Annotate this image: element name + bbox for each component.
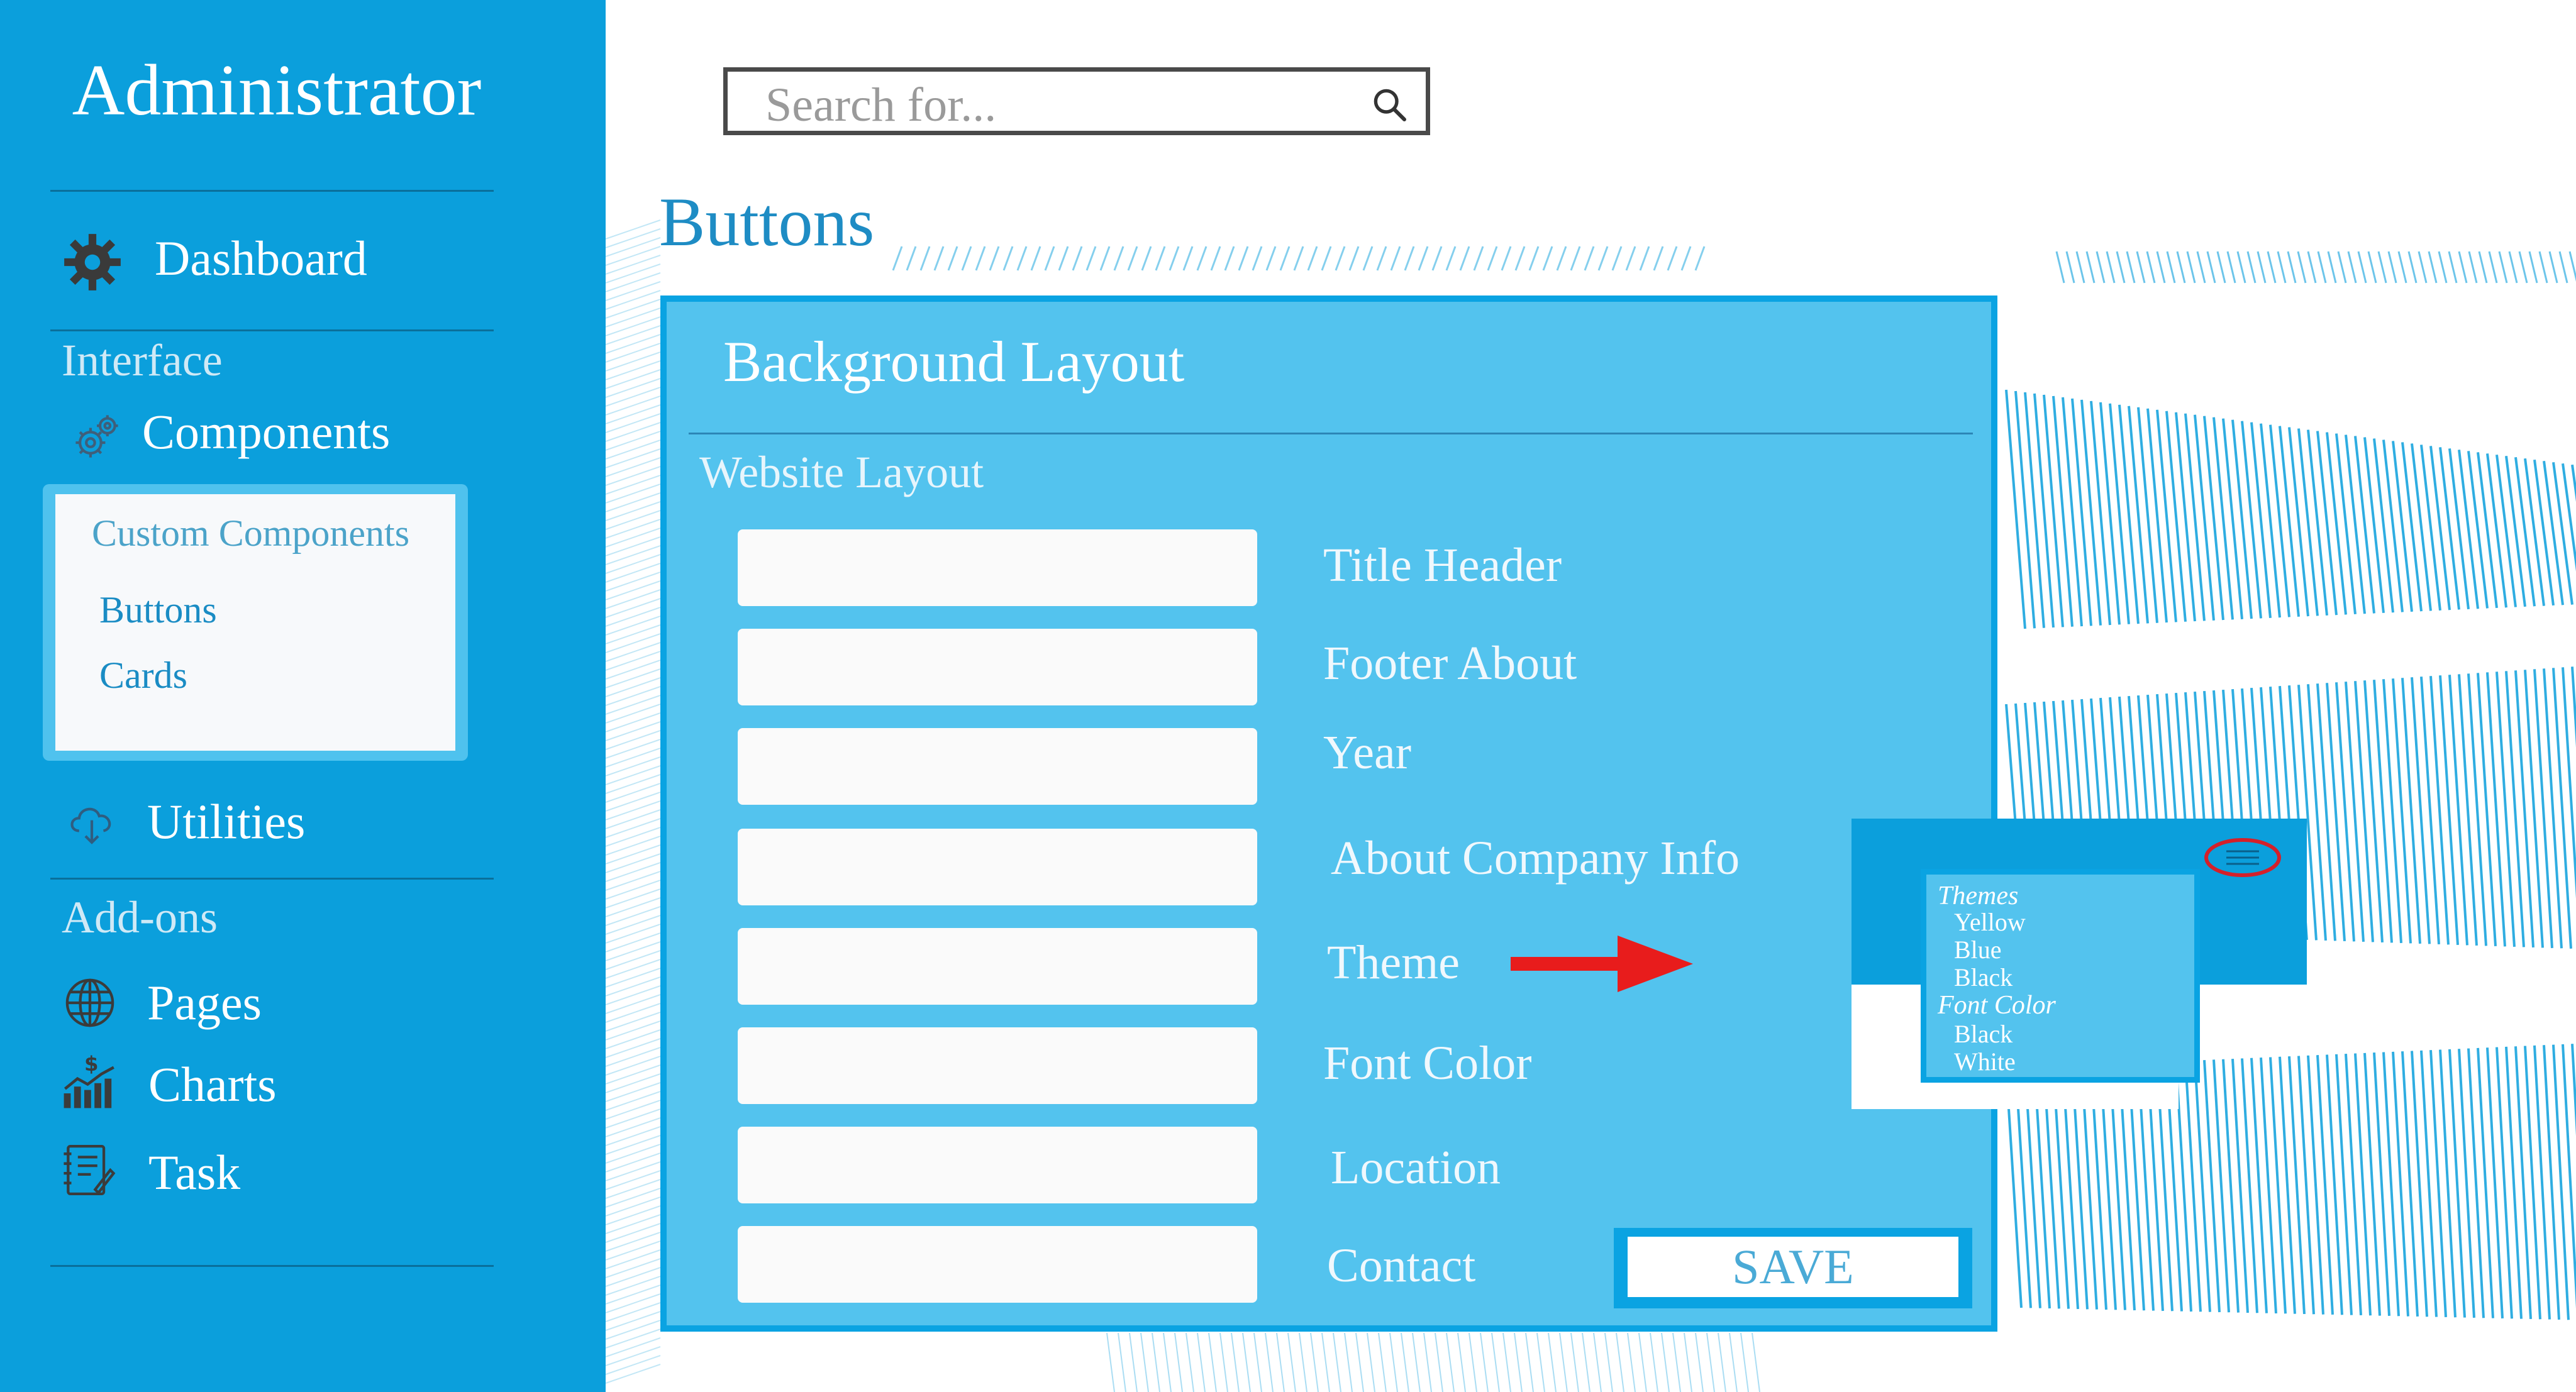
sidebar-divider [50,190,494,192]
field-label-year: Year [1323,726,1412,779]
globe-icon [65,978,114,1027]
field-label-contact: Contact [1327,1239,1476,1292]
search-bar[interactable]: Search for... [723,67,1430,135]
font-color-option-black[interactable]: Black [1954,1019,2012,1049]
gear-wrench-icon [64,234,121,290]
save-button[interactable]: SAVE [1628,1237,1958,1297]
field-label-font-color: Font Color [1323,1037,1532,1090]
save-button-frame: SAVE [1614,1228,1972,1308]
sidebar-divider [50,1265,494,1267]
search-placeholder: Search for... [765,79,997,131]
theme-settings-preview: Themes Yellow Blue Black Font Color Blac… [1852,819,2307,1109]
card-subtitle: Website Layout [699,447,984,497]
sidebar-divider [50,329,494,331]
field-label-theme: Theme [1327,936,1460,989]
sidebar-item-task[interactable]: Task [62,1144,240,1201]
year-input[interactable] [738,728,1257,805]
sidebar-item-label: Components [142,404,391,459]
card-title: Background Layout [723,329,1185,394]
sidebar-item-label: Pages [147,975,262,1030]
red-arrow-annotation [1511,936,1693,992]
page-title: Buttons [659,184,875,260]
notebook-icon [64,1145,116,1195]
sidebar: Administrator Dashboard Interface Compon… [0,0,606,1392]
section-heading-addons: Add-ons [62,892,218,942]
font-color-heading: Font Color [1938,991,2056,1020]
gears-icon [75,415,118,458]
sidebar-item-utilities[interactable]: Utilities [65,793,305,850]
sidebar-item-dashboard[interactable]: Dashboard [60,230,367,290]
svg-text:$: $ [84,1054,99,1076]
font-color-option-white[interactable]: White [1954,1047,2016,1076]
sidebar-divider [50,878,494,880]
sidebar-item-components[interactable]: Components [70,404,390,460]
sidebar-item-label: Charts [148,1057,277,1112]
app-title: Administrator [72,50,482,131]
custom-components-submenu: Custom Components Buttons Cards [43,484,468,761]
card-divider [689,433,1973,434]
submenu-body: Custom Components Buttons Cards [55,494,455,751]
themes-heading: Themes [1938,881,2019,910]
submenu-link-buttons[interactable]: Buttons [99,588,217,632]
theme-input[interactable] [738,928,1257,1005]
location-input[interactable] [738,1127,1257,1203]
cloud-download-icon [70,807,111,844]
contact-input[interactable] [738,1226,1257,1303]
sidebar-item-label: Dashboard [155,231,367,285]
chart-money-icon: $ [64,1054,114,1108]
background-layout-card: Background Layout Website Layout Title H… [660,296,1997,1332]
sidebar-item-label: Utilities [147,794,306,849]
theme-dropdown-menu: Themes Yellow Blue Black Font Color Blac… [1921,869,2200,1083]
search-icon[interactable] [1370,86,1408,123]
field-label-footer-about: Footer About [1323,637,1577,690]
sidebar-item-pages[interactable]: Pages [63,975,262,1031]
footer-about-input[interactable] [738,629,1257,705]
about-company-info-input[interactable] [738,829,1257,905]
submenu-link-cards[interactable]: Cards [99,654,187,697]
theme-option-blue[interactable]: Blue [1954,935,2002,964]
submenu-heading: Custom Components [92,512,410,554]
sidebar-item-charts[interactable]: $ Charts [62,1054,277,1113]
field-label-title-header: Title Header [1323,539,1562,592]
theme-option-yellow[interactable]: Yellow [1954,907,2026,937]
hamburger-menu-icon[interactable] [2204,837,2282,878]
title-header-input[interactable] [738,529,1257,606]
theme-option-black[interactable]: Black [1954,963,2012,992]
field-label-location: Location [1331,1141,1501,1194]
field-label-about-company-info: About Company Info [1331,832,1740,885]
font-color-input[interactable] [738,1027,1257,1104]
sidebar-item-label: Task [148,1145,241,1200]
section-heading-interface: Interface [62,335,223,385]
